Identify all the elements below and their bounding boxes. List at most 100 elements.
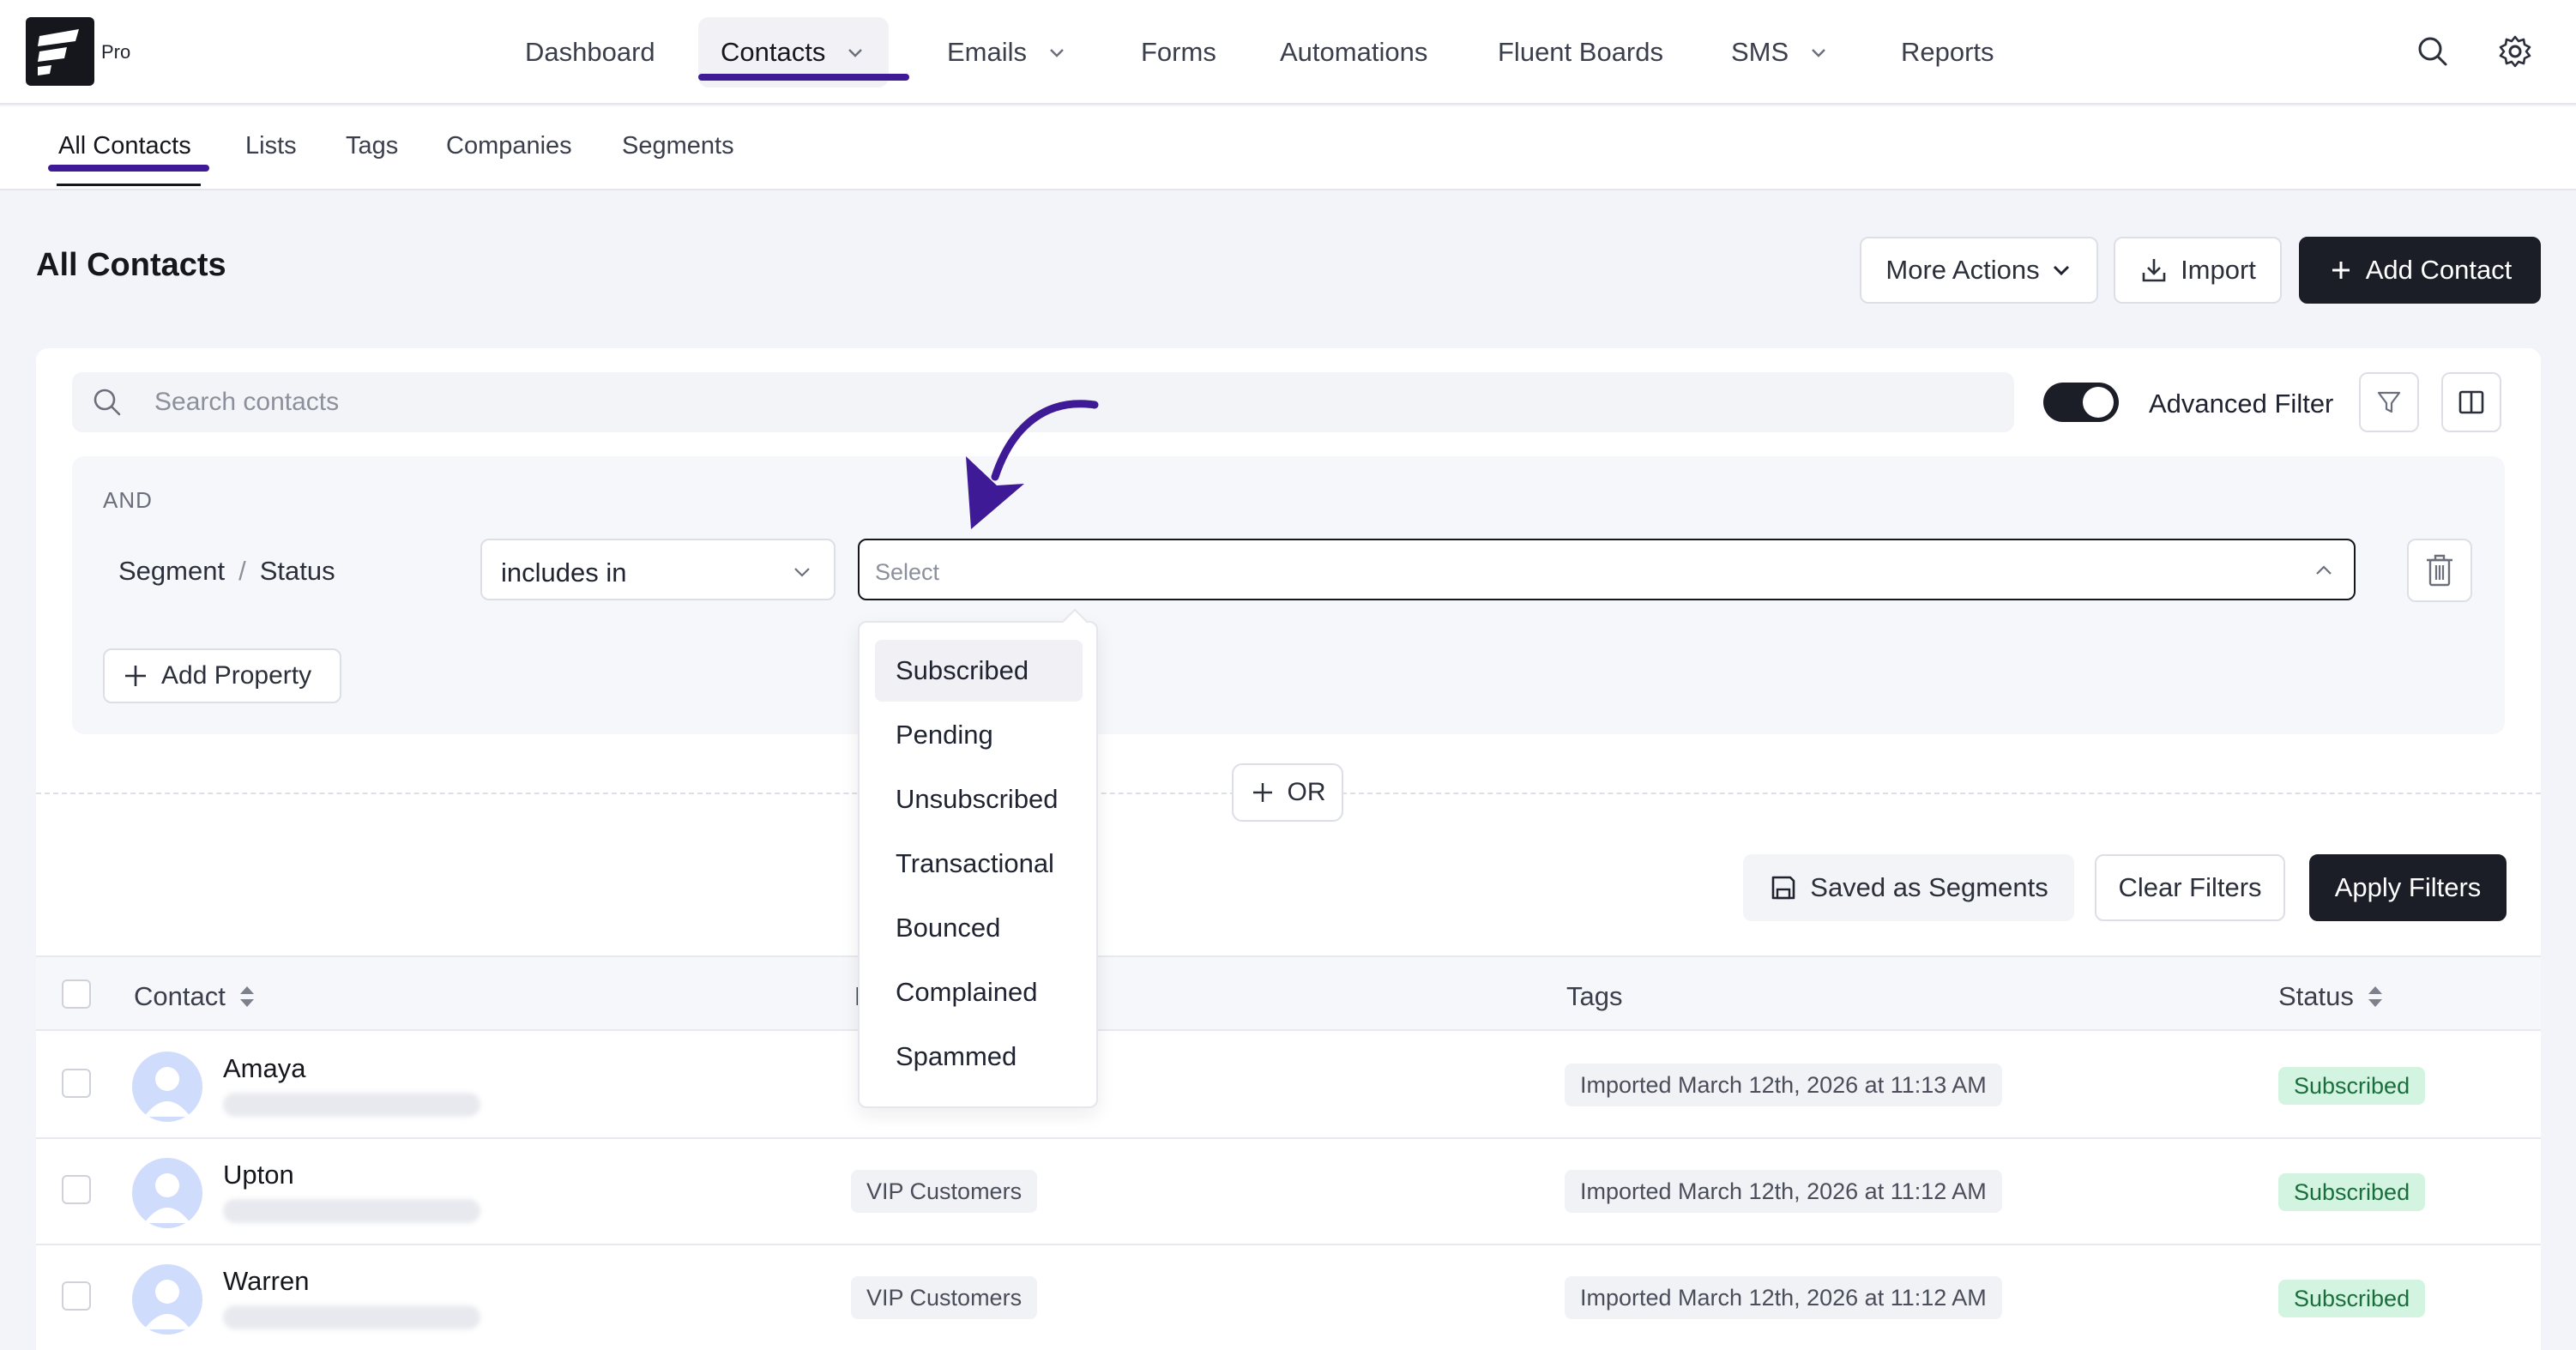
subnav-lists[interactable]: Lists <box>245 132 297 160</box>
column-tags-label: Tags <box>1566 981 1623 1011</box>
active-nav-indicator <box>698 74 909 81</box>
table-row[interactable]: Upton VIP Customers Imported March 12th,… <box>36 1139 2541 1245</box>
row-checkbox[interactable] <box>62 1281 91 1311</box>
option-transactional[interactable]: Transactional <box>875 833 1083 895</box>
pro-badge: Pro <box>101 41 131 63</box>
plus-icon <box>1252 783 1272 802</box>
nav-dashboard[interactable]: Dashboard <box>525 17 655 87</box>
clear-filters-button[interactable]: Clear Filters <box>2095 854 2285 921</box>
funnel-icon <box>2377 391 2401 413</box>
or-label: OR <box>1287 778 1326 806</box>
apply-filters-button[interactable]: Apply Filters <box>2309 854 2507 921</box>
sort-icon <box>239 986 254 1007</box>
toggle-knob <box>2083 387 2114 418</box>
add-contact-button[interactable]: Add Contact <box>2299 237 2541 304</box>
advanced-filter-toggle[interactable] <box>2043 383 2119 422</box>
chevron-down-icon <box>848 49 863 57</box>
row-checkbox[interactable] <box>62 1069 91 1098</box>
status-badge: Subscribed <box>2278 1173 2426 1211</box>
delete-filter-button[interactable] <box>2407 539 2472 602</box>
add-property-label: Add Property <box>161 661 312 690</box>
active-subnav-indicator <box>48 165 209 172</box>
row-checkbox[interactable] <box>62 1175 91 1204</box>
save-icon <box>1771 876 1795 900</box>
apply-filters-label: Apply Filters <box>2334 872 2482 902</box>
more-actions-label: More Actions <box>1885 255 2040 285</box>
tag-chip: Imported March 12th, 2026 at 11:12 AM <box>1565 1170 2002 1213</box>
add-contact-label: Add Contact <box>2365 255 2513 285</box>
select-all-checkbox[interactable] <box>62 979 91 1009</box>
nav-emails-label: Emails <box>947 37 1028 67</box>
filter-button[interactable] <box>2359 372 2419 432</box>
subnav-companies[interactable]: Companies <box>446 132 572 160</box>
nav-sms-label: SMS <box>1731 37 1789 67</box>
add-property-button[interactable]: Add Property <box>103 648 341 703</box>
gear-icon[interactable] <box>2496 33 2534 70</box>
contact-name[interactable]: Amaya <box>223 1053 305 1084</box>
value-select[interactable]: Select <box>858 539 2356 600</box>
columns-button[interactable] <box>2441 372 2501 432</box>
option-subscribed[interactable]: Subscribed <box>875 640 1083 702</box>
status-badge: Subscribed <box>2278 1067 2426 1105</box>
nav-dashboard-label: Dashboard <box>525 37 655 67</box>
nav-contacts-label: Contacts <box>721 37 826 67</box>
filter-property: Segment / Status <box>118 556 335 587</box>
import-button[interactable]: Import <box>2114 237 2282 304</box>
column-contact[interactable]: Contact <box>134 981 256 1012</box>
operator-select[interactable]: includes in <box>480 539 836 600</box>
column-tags: Tags <box>1566 981 1622 1012</box>
add-or-group-button[interactable]: OR <box>1232 763 1343 822</box>
subnav-segments[interactable]: Segments <box>622 132 734 160</box>
trash-icon <box>2427 554 2452 587</box>
fluentcrm-logo[interactable] <box>26 17 94 86</box>
nav-fluent-boards[interactable]: Fluent Boards <box>1498 17 1663 87</box>
column-status[interactable]: Status <box>2278 981 2385 1012</box>
clear-filters-label: Clear Filters <box>2118 872 2262 902</box>
option-unsubscribed[interactable]: Unsubscribed <box>875 768 1083 830</box>
filter-property-group: Segment <box>118 556 226 586</box>
search-icon <box>94 389 121 416</box>
page-title: All Contacts <box>36 247 226 283</box>
columns-icon <box>2458 390 2484 414</box>
nav-forms[interactable]: Forms <box>1141 17 1216 87</box>
option-pending[interactable]: Pending <box>875 704 1083 766</box>
table-row[interactable]: Amaya Imported March 12th, 2026 at 11:13… <box>36 1033 2541 1139</box>
contact-email-redacted <box>223 1305 480 1329</box>
sort-icon <box>2368 986 2382 1007</box>
annotation-arrow-icon <box>966 400 1099 529</box>
plus-icon <box>2332 262 2350 279</box>
status-options-dropdown: Subscribed Pending Unsubscribed Transact… <box>858 608 1098 1108</box>
tag-chip: Imported March 12th, 2026 at 11:13 AM <box>1565 1064 2002 1106</box>
nav-forms-label: Forms <box>1141 37 1216 67</box>
avatar <box>132 1264 202 1335</box>
value-placeholder: Select <box>875 559 940 585</box>
nav-sms[interactable]: SMS <box>1731 17 1830 87</box>
plus-icon <box>125 666 146 686</box>
subnav-tags[interactable]: Tags <box>346 132 398 160</box>
contact-name[interactable]: Warren <box>223 1266 309 1297</box>
subnav-all-contacts[interactable]: All Contacts <box>58 132 191 160</box>
nav-automations[interactable]: Automations <box>1280 17 1427 87</box>
search-icon[interactable] <box>2414 33 2452 70</box>
list-chip: VIP Customers <box>851 1170 1038 1213</box>
option-complained[interactable]: Complained <box>875 961 1083 1023</box>
nav-reports[interactable]: Reports <box>1901 17 1994 87</box>
column-status-label: Status <box>2278 981 2354 1011</box>
table-row[interactable]: Warren VIP Customers Imported March 12th… <box>36 1245 2541 1350</box>
chevron-down-icon <box>2053 265 2069 276</box>
filter-group-operator: AND <box>103 487 153 513</box>
option-bounced[interactable]: Bounced <box>875 897 1083 959</box>
advanced-filter-label: Advanced Filter <box>2149 389 2334 419</box>
chevron-down-icon <box>1812 49 1826 57</box>
filter-property-separator: / <box>238 556 246 586</box>
option-spammed[interactable]: Spammed <box>875 1026 1083 1088</box>
nav-reports-label: Reports <box>1901 37 1994 67</box>
contact-email-redacted <box>223 1199 480 1223</box>
save-segment-button[interactable]: Saved as Segments <box>1743 854 2074 921</box>
more-actions-button[interactable]: More Actions <box>1860 237 2098 304</box>
operator-value: includes in <box>501 557 627 588</box>
nav-emails[interactable]: Emails <box>947 17 1068 87</box>
contact-name[interactable]: Upton <box>223 1160 294 1190</box>
avatar <box>132 1052 202 1122</box>
nav-fluent-boards-label: Fluent Boards <box>1498 37 1663 67</box>
